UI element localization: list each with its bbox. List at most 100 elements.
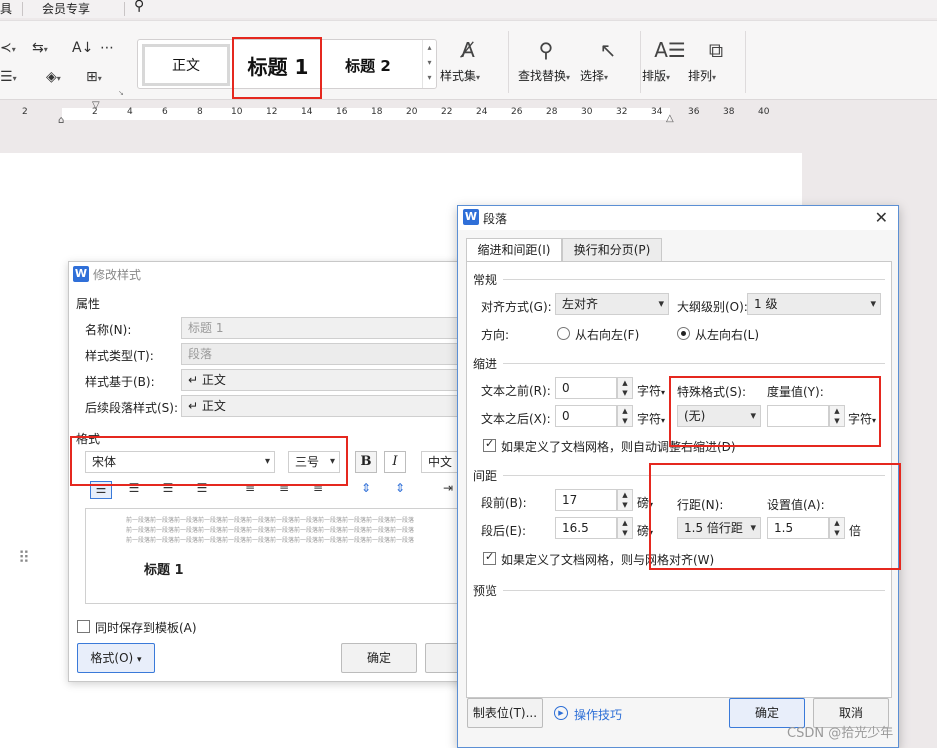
ruler-tick: 40 [758,107,770,117]
list-icon[interactable]: ☰▾ [0,69,17,85]
close-icon[interactable]: ✕ [875,208,888,227]
auto-indent-checkbox[interactable] [483,437,496,452]
save-template-checkbox[interactable] [77,620,90,633]
space-before-input[interactable]: 17 [555,489,617,511]
align-select[interactable]: 左对齐 ▾ [555,293,669,315]
before-text-input[interactable]: 0 [555,377,617,399]
bold-button[interactable]: B [355,451,377,473]
menu-item-tools[interactable]: 具 [0,0,12,17]
border-icon[interactable]: ⊞▾ [86,69,102,85]
italic-button[interactable]: I [384,451,406,473]
show-marks-icon[interactable]: ⋯ [100,40,114,56]
dialog-title: 修改样式 [93,268,142,282]
play-icon[interactable]: ▶ [554,706,568,720]
space-after-label: 段后(E): [481,524,526,538]
type-label: 样式类型(T): [85,349,154,363]
ruler-tick: 26 [511,107,523,117]
search-icon[interactable]: ⚲ [134,0,144,14]
menu-item-member[interactable]: 会员专享 [42,0,90,17]
space-before-stepper[interactable]: ▲ ▼ [617,489,633,511]
dialog-titlebar[interactable]: W 段落 ✕ [458,206,898,230]
before-text-unit[interactable]: 字符▾ [637,382,665,399]
watermark: CSDN @拾光少年 [787,726,894,741]
right-indent-icon[interactable]: △ [666,113,674,124]
find-replace-button[interactable]: ⚲ 查找替换▾ [518,37,574,83]
ruler-tick: 14 [301,107,313,117]
ribbon-separator [640,31,641,93]
highlight-box [70,436,348,486]
tab-indent-spacing[interactable]: 缩进和间距(I) [466,238,562,262]
style-normal[interactable]: 正文 [142,44,230,86]
ruler-tick: 6 [162,107,168,117]
ruler-tick: 22 [441,107,453,117]
ruler-tick: 30 [581,107,593,117]
divider [503,279,885,280]
ruler[interactable]: 2 2 4 6 8 10 12 14 16 18 20 22 24 26 28 … [0,100,937,126]
chevron-down-icon: ▾ [658,297,664,310]
based-on-select[interactable]: ↵ 正文 [181,369,481,391]
style-heading-2[interactable]: 标题 2 [326,44,410,86]
after-text-label: 文本之后(X): [481,412,551,426]
ltr-label: 从左向右(L) [695,328,760,342]
style-set-button[interactable]: A̸ 样式集▾ [440,37,496,83]
preview-heading: 标题 1 [144,563,184,578]
ltr-radio[interactable] [677,327,690,340]
tips-link[interactable]: 操作技巧 [574,706,622,723]
after-text-input[interactable]: 0 [555,405,617,427]
outline-select[interactable]: 1 级 ▾ [747,293,881,315]
ok-button[interactable]: 确定 [341,643,417,673]
space-after-stepper[interactable]: ▲ ▼ [617,517,633,539]
following-select[interactable]: ↵ 正文 [181,395,481,417]
first-line-indent-icon[interactable]: ▽ [92,100,100,111]
ribbon: ≺▾ ⇆▾ A↓ ⋯ ☰▾ ◈▾ ⊞▾ 正文 标题 1 标题 2 ▴ ▾ ▾ ↘ A… [0,20,937,100]
ruler-tick: 38 [723,107,735,117]
preview-text: 前一段落前一段落前一段落前一段落前一段落前一段落前一段落前一段落前一段落前一段落… [126,517,415,524]
highlight-box [232,37,322,99]
magnifier-icon: ⚲ [538,38,554,62]
indent-marker-icon[interactable]: ⌂ [58,115,64,126]
grid-align-checkbox[interactable] [483,550,496,565]
type-field[interactable]: 段落 [181,343,481,365]
ruler-tick: 4 [127,107,133,117]
preview-text: 前一段落前一段落前一段落前一段落前一段落前一段落前一段落前一段落前一段落前一段落… [126,537,415,544]
section-preview: 预览 [473,584,498,598]
format-button[interactable]: 格式(O) ▾ [77,643,155,673]
space-after-icon[interactable]: ⇕ [389,481,411,499]
shading-icon[interactable]: ◈▾ [46,69,61,85]
text-direction-icon[interactable]: ≺▾ [0,40,16,56]
ruler-tick: 12 [266,107,278,117]
section-indent: 缩进 [473,357,498,371]
space-after-input[interactable]: 16.5 [555,517,617,539]
rtl-radio[interactable] [557,327,570,340]
ruler-tick: 34 [651,107,663,117]
after-text-unit[interactable]: 字符▾ [637,410,665,427]
ribbon-separator [508,31,509,93]
chevron-down-icon: ▾ [137,655,142,665]
name-field[interactable]: 标题 1 [181,317,481,339]
indent-icon[interactable]: ⇥ [437,481,459,499]
style-preview: 前一段落前一段落前一段落前一段落前一段落前一段落前一段落前一段落前一段落前一段落… [85,508,475,604]
dialog-titlebar[interactable]: W 修改样式 [69,262,482,286]
expand-corner-icon[interactable]: ↘ [118,89,124,97]
select-button[interactable]: ↖ 选择▾ [580,37,636,83]
tab-stops-button[interactable]: 制表位(T)... [467,698,543,728]
dialog-title: 段落 [483,212,508,226]
sort-icon[interactable]: A↓ [72,40,93,56]
following-label: 后续段落样式(S): [85,401,179,415]
swap-icon[interactable]: ⇆▾ [32,40,48,56]
section-properties: 属性 [76,297,101,311]
gallery-scroll[interactable]: ▴ ▾ ▾ [422,40,436,88]
drag-handle-icon[interactable]: ⠿ [18,548,30,567]
ruler-tick: 32 [616,107,628,117]
wps-logo-icon: W [463,209,479,225]
section-spacing: 间距 [473,469,498,483]
arrange-button[interactable]: ⧉ 排列▾ [688,37,744,83]
ruler-tick: 16 [336,107,348,117]
tab-line-page-breaks[interactable]: 换行和分页(P) [562,238,662,262]
after-text-stepper[interactable]: ▲ ▼ [617,405,633,427]
space-before-icon[interactable]: ⇕ [355,481,377,499]
menu-separator [124,2,125,16]
name-label: 名称(N): [85,323,132,337]
before-text-stepper[interactable]: ▲ ▼ [617,377,633,399]
ruler-tick: 20 [406,107,418,117]
